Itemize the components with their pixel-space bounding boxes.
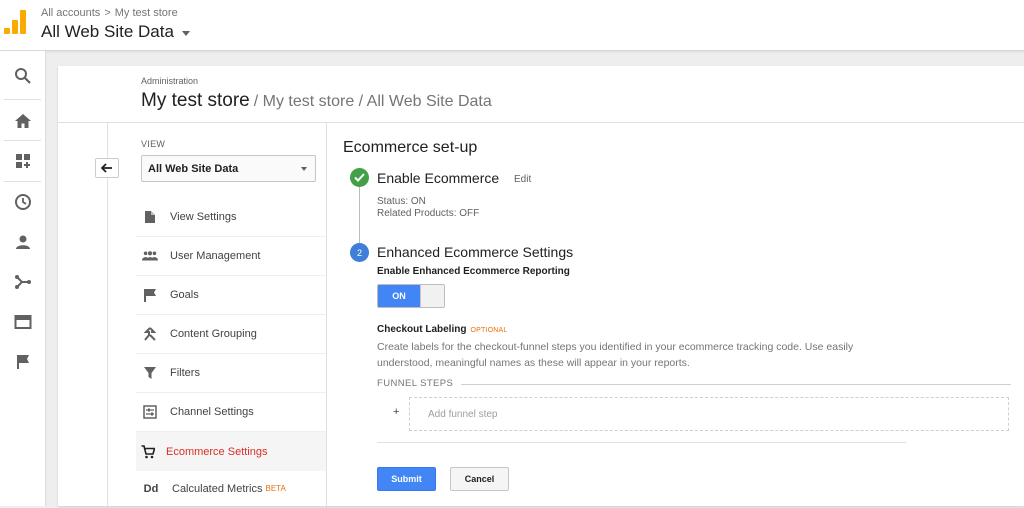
- back-button[interactable]: [95, 158, 119, 178]
- checkout-title-text: Checkout Labeling: [377, 324, 467, 335]
- view-selector[interactable]: All Web Site Data: [41, 22, 190, 42]
- nav-divider: [4, 99, 41, 100]
- menu-item-calculated-metrics[interactable]: Dd Calculated Metrics BETA: [136, 469, 326, 508]
- flag-icon[interactable]: [0, 342, 45, 382]
- acquisition-icon[interactable]: [0, 262, 45, 302]
- menu-item-goals[interactable]: Goals: [136, 276, 326, 315]
- step-number-badge: 2: [350, 243, 369, 262]
- view-dropdown[interactable]: All Web Site Data: [141, 155, 316, 182]
- menu-item-channel-settings[interactable]: Channel Settings: [136, 393, 326, 432]
- top-bar: All accounts > My test store All Web Site …: [0, 0, 1024, 51]
- toggle-on-label: ON: [378, 285, 420, 307]
- menu-label: User Management: [170, 250, 261, 262]
- breadcrumb-separator: >: [104, 7, 111, 19]
- view-label: VIEW: [141, 139, 166, 149]
- breadcrumb-all-accounts[interactable]: All accounts: [41, 7, 100, 19]
- document-icon: [142, 209, 158, 225]
- related-products-text: Related Products: OFF: [377, 208, 480, 219]
- clock-icon[interactable]: [0, 182, 45, 222]
- caret-down-icon: [181, 30, 190, 36]
- view-column: VIEW All Web Site Data View Settings Use…: [136, 123, 327, 506]
- view-title: All Web Site Data: [41, 22, 174, 41]
- home-icon[interactable]: [0, 101, 45, 141]
- page-title: My test store / My test store / All Web S…: [141, 90, 492, 112]
- page-title-main: My test store: [141, 90, 250, 111]
- checkout-labeling-title: Checkout Labeling OPTIONAL: [377, 324, 507, 335]
- menu-item-content-grouping[interactable]: Content Grouping: [136, 315, 326, 354]
- group-icon: [142, 248, 158, 264]
- checkout-description: Create labels for the checkout-funnel st…: [377, 341, 854, 369]
- menu-label: View Settings: [170, 211, 237, 223]
- submit-button[interactable]: Submit: [377, 467, 436, 491]
- calculated-metrics-icon: Dd: [143, 482, 159, 495]
- enhanced-ecommerce-toggle[interactable]: ON: [377, 284, 445, 308]
- filter-icon: [142, 365, 158, 381]
- beta-badge: BETA: [265, 484, 286, 493]
- behavior-icon[interactable]: [0, 302, 45, 342]
- toggle-knob: [420, 285, 444, 307]
- flag-icon: [142, 287, 158, 303]
- analytics-logo-icon[interactable]: [3, 8, 27, 34]
- plus-icon[interactable]: +: [393, 406, 399, 418]
- step2-title: Enhanced Ecommerce Settings: [377, 244, 574, 260]
- view-dropdown-value: All Web Site Data: [148, 162, 239, 175]
- content-grouping-icon: [142, 326, 158, 342]
- left-nav: [0, 51, 46, 506]
- menu-item-user-management[interactable]: User Management: [136, 237, 326, 276]
- menu-item-filters[interactable]: Filters: [136, 354, 326, 393]
- step1-status: Status: ON Related Products: OFF: [377, 196, 479, 220]
- section-title: Ecommerce set-up: [343, 139, 478, 156]
- menu-label: Calculated Metrics: [172, 482, 263, 495]
- status-text: Status: ON: [377, 196, 426, 207]
- menu-item-ecommerce-settings[interactable]: Ecommerce Settings: [136, 432, 326, 471]
- menu-label: Filters: [170, 367, 200, 379]
- reporting-label: Enable Enhanced Ecommerce Reporting: [377, 266, 570, 277]
- channel-settings-icon: [142, 404, 158, 420]
- check-icon: [350, 168, 369, 187]
- caret-down-icon: [301, 167, 307, 171]
- arrow-left-icon: [101, 163, 112, 173]
- menu-label: Content Grouping: [170, 328, 257, 340]
- back-column-line: [107, 123, 108, 506]
- menu-item-view-settings[interactable]: View Settings: [136, 198, 326, 237]
- cancel-button[interactable]: Cancel: [450, 467, 509, 491]
- funnel-steps-label: FUNNEL STEPS: [377, 378, 454, 389]
- cart-icon: [140, 444, 156, 460]
- dashboard-add-icon[interactable]: [0, 141, 45, 181]
- admin-panel: Administration My test store / My test st…: [58, 66, 1024, 506]
- page-title-sub: / My test store / All Web Site Data: [253, 93, 492, 110]
- add-funnel-step[interactable]: Add funnel step: [409, 397, 1009, 431]
- step-connector: [359, 179, 360, 244]
- breadcrumb: All accounts > My test store: [41, 7, 182, 19]
- menu-label: Channel Settings: [170, 406, 254, 418]
- step1-title: Enable Ecommerce: [377, 170, 500, 186]
- admin-label: Administration: [141, 76, 199, 86]
- optional-badge: OPTIONAL: [470, 327, 508, 334]
- menu-label: Goals: [170, 289, 199, 301]
- person-icon[interactable]: [0, 222, 45, 262]
- ecommerce-setup-content: Ecommerce set-up Enable Ecommerce Edit S…: [326, 123, 1024, 506]
- menu-label: Ecommerce Settings: [166, 445, 268, 458]
- breadcrumb-account[interactable]: My test store: [115, 7, 178, 19]
- divider: [461, 384, 1011, 385]
- divider: [377, 442, 906, 443]
- edit-link[interactable]: Edit: [514, 174, 531, 185]
- search-icon[interactable]: [0, 56, 45, 96]
